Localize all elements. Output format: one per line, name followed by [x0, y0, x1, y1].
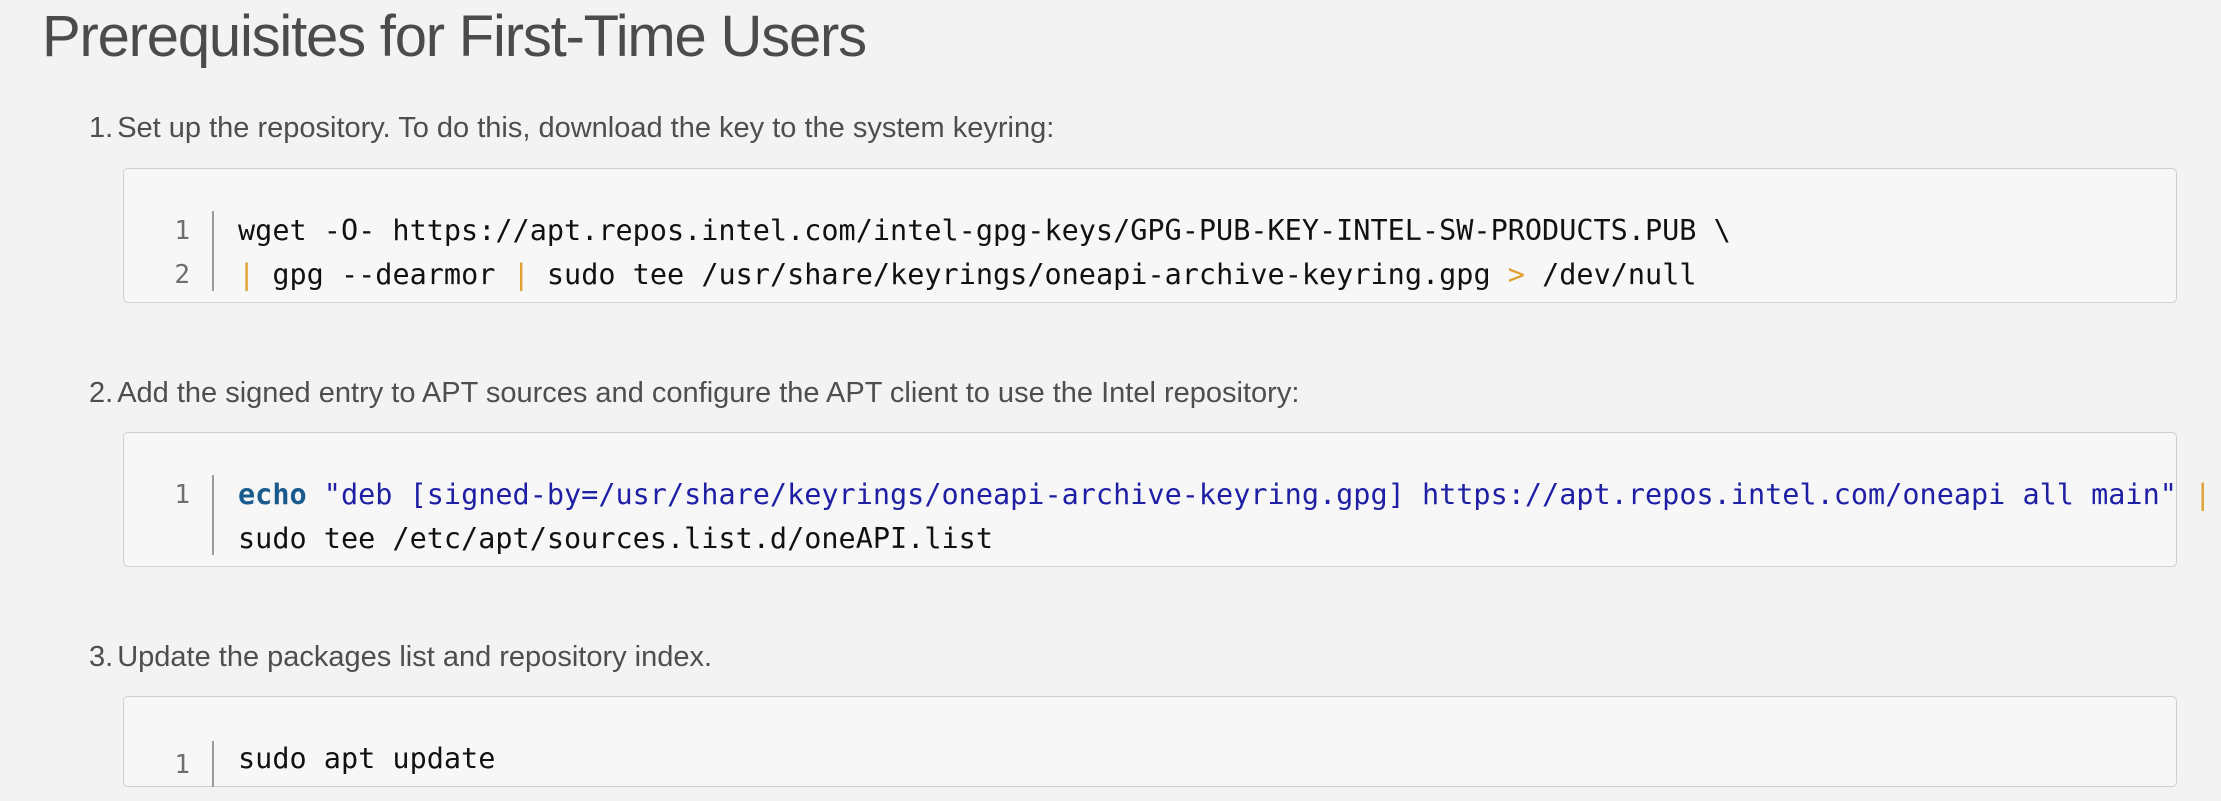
pipe-operator: |	[238, 258, 256, 291]
pipe-operator: |	[2194, 478, 2212, 511]
code-text[interactable]: | gpg --dearmor | sudo tee /usr/share/ke…	[238, 253, 1697, 297]
code-line: 1 echo "deb [signed-by=/usr/share/keyrin…	[124, 473, 2211, 517]
code-segment: /dev/null	[1524, 258, 1697, 291]
code-text[interactable]: sudo tee /etc/apt/sources.list.d/oneAPI.…	[238, 517, 993, 561]
step-number: 3.	[89, 641, 114, 673]
line-number: 2	[174, 260, 190, 290]
code-line: 1 wget -O- https://apt.repos.intel.com/i…	[124, 209, 2176, 253]
pipe-operator: |	[512, 258, 530, 291]
line-number: 1	[174, 216, 190, 246]
string-literal: "deb [signed-by=/usr/share/keyrings/onea…	[306, 478, 2195, 511]
code-text[interactable]: wget -O- https://apt.repos.intel.com/int…	[238, 209, 1731, 253]
code-line-wrapped: sudo tee /etc/apt/sources.list.d/oneAPI.…	[124, 517, 2176, 561]
code-text[interactable]: echo "deb [signed-by=/usr/share/keyrings…	[238, 473, 2211, 517]
step-1-instruction: 1. Set up the repository. To do this, dow…	[89, 110, 1054, 146]
step-text: Update the packages list and repository …	[117, 641, 713, 673]
line-number: 1	[174, 480, 190, 510]
step-3-instruction: 3. Update the packages list and repositor…	[89, 639, 712, 675]
code-line: 2 | gpg --dearmor | sudo tee /usr/share/…	[124, 253, 2176, 297]
code-text[interactable]: sudo apt update	[238, 737, 495, 781]
page-title: Prerequisites for First-Time Users	[42, 4, 867, 69]
code-segment: gpg --dearmor	[255, 258, 513, 291]
step-number: 2.	[89, 377, 114, 409]
step-text: Add the signed entry to APT sources and …	[117, 377, 1300, 409]
step-number: 1.	[89, 112, 114, 144]
step-text: Set up the repository. To do this, downl…	[117, 112, 1055, 144]
step-2-instruction: 2. Add the signed entry to APT sources an…	[89, 375, 1299, 411]
code-segment: sudo tee /usr/share/keyrings/oneapi-arch…	[529, 258, 1508, 291]
code-block-2[interactable]: 1 echo "deb [signed-by=/usr/share/keyrin…	[123, 432, 2211, 567]
code-block-3[interactable]: 1 sudo apt update	[123, 696, 2177, 787]
code-line: 1 sudo apt update	[124, 737, 2176, 781]
redirect-operator: >	[1507, 258, 1525, 291]
line-number: 1	[174, 750, 190, 780]
keyword: echo	[238, 478, 307, 511]
code-block-1[interactable]: 1 wget -O- https://apt.repos.intel.com/i…	[123, 168, 2177, 303]
